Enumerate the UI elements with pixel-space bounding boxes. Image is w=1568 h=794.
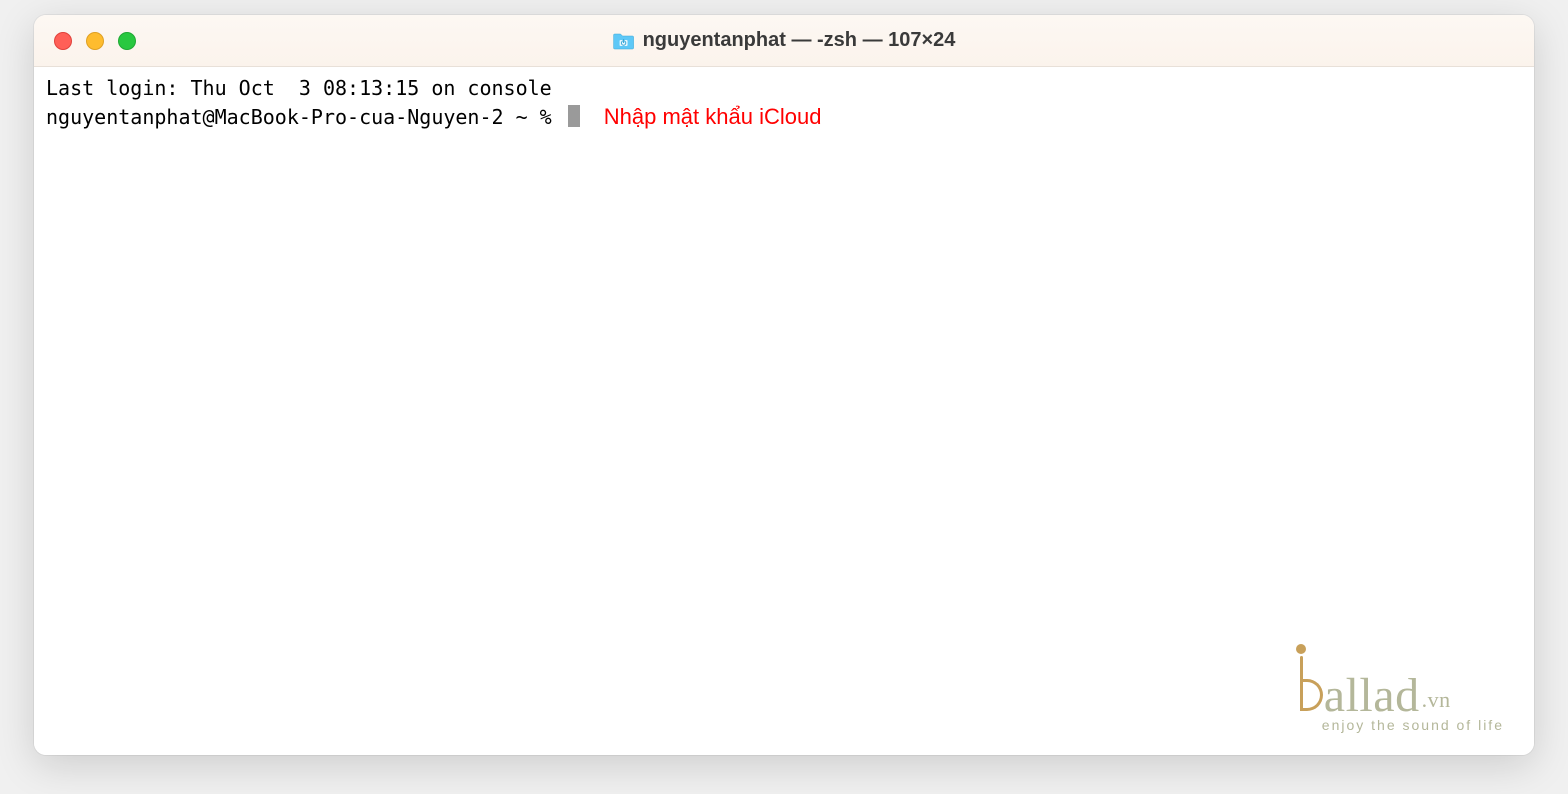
- prompt-line: nguyentanphat@MacBook-Pro-cua-Nguyen-2 ~…: [46, 102, 1522, 132]
- terminal-window: nguyentanphat — -zsh — 107×24 Last login…: [34, 15, 1534, 755]
- titlebar: nguyentanphat — -zsh — 107×24: [34, 15, 1534, 67]
- window-title: nguyentanphat — -zsh — 107×24: [643, 29, 956, 52]
- watermark-brand: allad: [1324, 672, 1420, 720]
- minimize-button[interactable]: [86, 32, 104, 50]
- watermark-tld: .vn: [1422, 685, 1451, 715]
- window-title-group: nguyentanphat — -zsh — 107×24: [613, 29, 956, 52]
- folder-icon: [613, 32, 635, 50]
- last-login-line: Last login: Thu Oct 3 08:13:15 on consol…: [46, 75, 1522, 102]
- watermark: allad .vn enjoy the sound of life: [1294, 641, 1504, 735]
- prompt-text: nguyentanphat@MacBook-Pro-cua-Nguyen-2 ~…: [46, 104, 564, 131]
- watermark-tagline: enjoy the sound of life: [1322, 716, 1504, 735]
- watermark-b-icon: [1294, 641, 1322, 711]
- traffic-lights: [54, 32, 136, 50]
- cursor: [568, 105, 580, 127]
- annotation-text: Nhập mật khẩu iCloud: [604, 102, 822, 132]
- maximize-button[interactable]: [118, 32, 136, 50]
- terminal-body[interactable]: Last login: Thu Oct 3 08:13:15 on consol…: [34, 67, 1534, 755]
- watermark-logo: allad .vn: [1294, 641, 1451, 720]
- close-button[interactable]: [54, 32, 72, 50]
